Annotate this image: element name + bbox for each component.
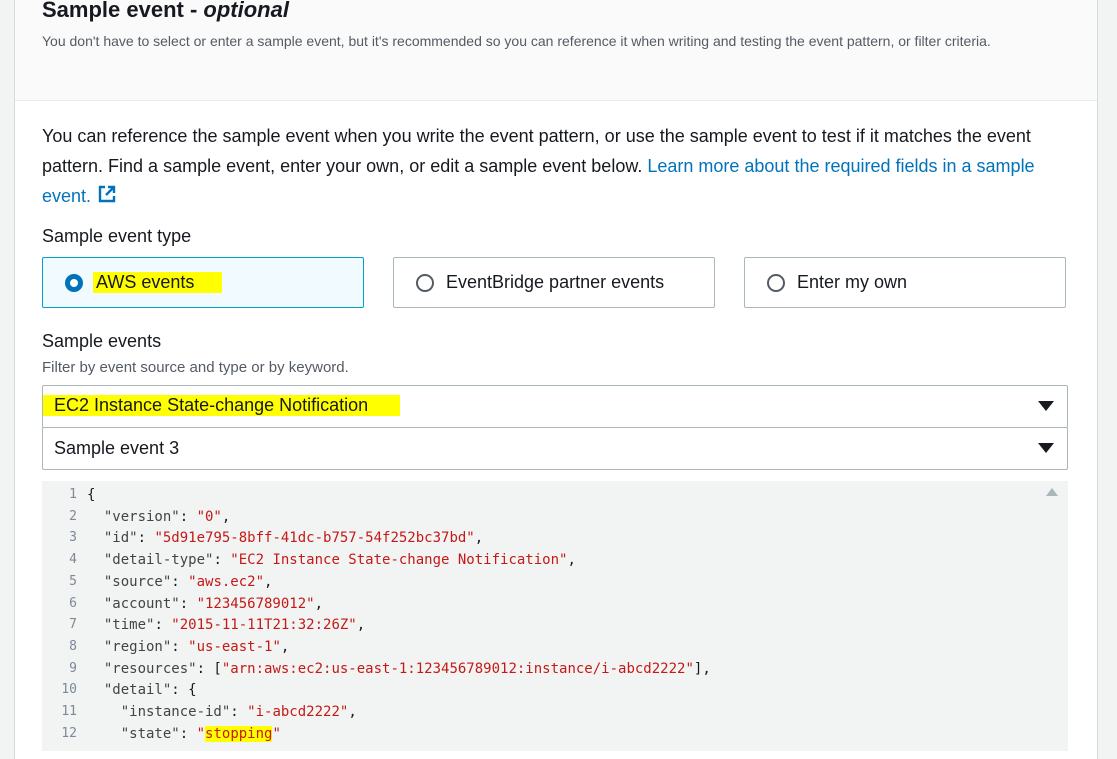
editor-gutter: 1 2 3 4 5 6 7 8 9 10 11 12 xyxy=(42,481,82,751)
code-line: "resources": ["arn:aws:ec2:us-east-1:123… xyxy=(103,660,711,677)
event-type-label: Sample event type xyxy=(42,226,192,246)
event-source-select[interactable]: EC2 Instance State-change Notification xyxy=(42,385,1068,428)
radio-enter-my-own[interactable] xyxy=(767,274,785,292)
line-number: 7 xyxy=(69,617,77,633)
tile-enter-my-own[interactable]: Enter my own xyxy=(744,257,1066,308)
code-line: "time": "2015-11-11T21:32:26Z", xyxy=(103,617,366,634)
line-number: 4 xyxy=(69,552,77,568)
tile-partner-events-label: EventBridge partner events xyxy=(446,272,665,292)
sample-event-code-editor[interactable]: 1 2 3 4 5 6 7 8 9 10 11 12 { "version": "0", "id": … xyxy=(42,481,1068,751)
tile-aws-events[interactable]: AWS events xyxy=(42,257,364,308)
code-line: "version": "0", xyxy=(103,508,231,525)
line-number: 12 xyxy=(61,725,77,741)
chevron-down-icon xyxy=(1038,443,1054,453)
line-number: 10 xyxy=(61,682,77,698)
tile-aws-events-label: AWS events xyxy=(93,272,223,293)
code-line: { xyxy=(87,487,96,503)
scroll-up-icon[interactable] xyxy=(1046,488,1058,496)
code-line: "state": "stopping" xyxy=(120,725,281,742)
code-line: "detail-type": "EC2 Instance State-chang… xyxy=(103,552,576,569)
panel-header: Sample event - optional You don't have t… xyxy=(15,0,1097,101)
line-number: 11 xyxy=(61,704,77,719)
section-title-main: Sample event - xyxy=(42,0,198,22)
sample-events-description: Filter by event source and type or by ke… xyxy=(42,359,349,376)
code-line: "source": "aws.ec2", xyxy=(103,573,273,590)
sample-event-select-value: Sample event 3 xyxy=(54,438,180,458)
sample-event-select[interactable]: Sample event 3 xyxy=(42,427,1068,470)
event-source-select-value: EC2 Instance State-change Notification xyxy=(43,395,401,416)
intro-paragraph: You can reference the sample event when … xyxy=(42,121,1072,213)
tile-enter-my-own-label: Enter my own xyxy=(797,272,908,292)
section-description: You don't have to select or enter a samp… xyxy=(42,33,991,49)
line-number: 1 xyxy=(69,487,77,502)
line-number: 5 xyxy=(69,573,77,589)
sample-event-panel: Sample event - optional You don't have t… xyxy=(14,0,1098,759)
chevron-down-icon xyxy=(1038,401,1054,411)
radio-aws-events[interactable] xyxy=(65,274,83,292)
line-number: 6 xyxy=(69,595,77,611)
sample-events-label: Sample events xyxy=(42,331,162,351)
section-title-optional: optional xyxy=(203,0,289,22)
line-number: 9 xyxy=(69,660,77,676)
section-title: Sample event - optional xyxy=(42,0,289,23)
tile-partner-events[interactable]: EventBridge partner events xyxy=(393,257,715,308)
external-link-icon xyxy=(97,183,117,213)
line-number: 3 xyxy=(69,530,77,546)
code-line: "account": "123456789012", xyxy=(103,595,324,612)
code-line: "detail": { xyxy=(103,682,197,699)
code-line: "instance-id": "i-abcd2222", xyxy=(120,704,357,720)
line-number: 8 xyxy=(69,638,77,654)
code-line: "id": "5d91e795-8bff-41dc-b757-54f252bc3… xyxy=(103,530,484,547)
radio-partner-events[interactable] xyxy=(416,274,434,292)
code-line: "region": "us-east-1", xyxy=(103,638,290,655)
line-number: 2 xyxy=(69,508,77,524)
